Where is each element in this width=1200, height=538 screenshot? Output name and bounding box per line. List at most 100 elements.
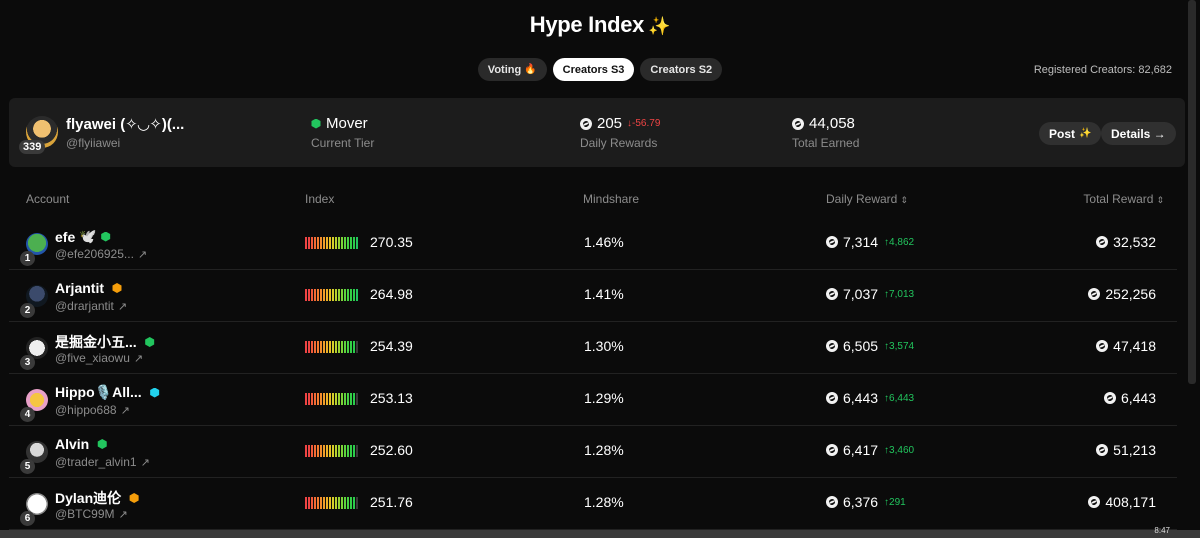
account-handle[interactable]: @efe206925... ↗: [55, 247, 147, 261]
index-value: 270.35: [370, 234, 413, 250]
index-bar-segment: [320, 393, 322, 405]
external-link-icon[interactable]: ↗: [118, 301, 127, 313]
coin-icon: [826, 444, 838, 456]
header-total-reward[interactable]: Total Reward ⇕: [1083, 192, 1164, 206]
index-bar-segment: [314, 341, 316, 353]
account-name[interactable]: Alvin: [55, 436, 107, 452]
index-bar-segment: [356, 289, 358, 301]
index-bar-segment: [305, 497, 307, 509]
index-bar-segment: [344, 497, 346, 509]
rank-badge: 3: [20, 355, 35, 370]
index-bar-segment: [347, 445, 349, 457]
index-bar-segment: [350, 393, 352, 405]
tab-creators-s3[interactable]: Creators S3: [552, 58, 635, 81]
post-button[interactable]: Post ✨: [1039, 122, 1102, 145]
index-bar-segment: [326, 289, 328, 301]
rank-badge: 1: [20, 251, 35, 266]
index-bar: [305, 497, 358, 509]
coin-icon: [826, 288, 838, 300]
index-bar: [305, 445, 358, 457]
account-handle[interactable]: @hippo688 ↗: [55, 403, 130, 417]
index-bar-segment: [323, 237, 325, 249]
index-bar-segment: [308, 237, 310, 249]
account-name[interactable]: Dylan迪伦: [55, 488, 139, 508]
index-bar-segment: [311, 393, 313, 405]
header-daily-reward[interactable]: Daily Reward ⇕: [826, 192, 908, 206]
index-bar-segment: [305, 341, 307, 353]
index-bar-segment: [326, 393, 328, 405]
index-bar-segment: [347, 237, 349, 249]
account-name[interactable]: Arjantit: [55, 280, 122, 296]
index-bar-segment: [356, 445, 358, 457]
index-bar-segment: [344, 445, 346, 457]
table-row[interactable]: 3 是掘金小五... @five_xiaowu ↗ 254.39 1.30% 6,…: [9, 322, 1177, 374]
daily-reward-value: 6,443 ↑6,443: [826, 390, 914, 406]
index-bar-segment: [332, 445, 334, 457]
external-link-icon[interactable]: ↗: [141, 457, 150, 469]
index-value: 251.76: [370, 494, 413, 510]
index-bar-segment: [317, 237, 319, 249]
index-bar-segment: [320, 289, 322, 301]
index-bar-segment: [305, 289, 307, 301]
table-row[interactable]: 5 Alvin @trader_alvin1 ↗ 252.60 1.28% 6,4…: [9, 426, 1177, 478]
tab-voting[interactable]: Voting 🔥: [477, 58, 547, 81]
index-value: 264.98: [370, 286, 413, 302]
mindshare-value: 1.46%: [584, 234, 624, 250]
index-bar-segment: [329, 497, 331, 509]
table-row[interactable]: 4 Hippo🎙️All... @hippo688 ↗ 253.13 1.29% …: [9, 374, 1177, 426]
account-name[interactable]: efe 🕊️: [55, 228, 111, 245]
total-reward-value: 32,532: [1096, 234, 1156, 250]
table-row[interactable]: 6 Dylan迪伦 @BTC99M ↗ 251.76 1.28% 6,376 ↑2…: [9, 478, 1177, 530]
total-earned-value: 44,058: [792, 115, 855, 132]
sparkle-icon: ✨: [1079, 128, 1092, 139]
total-reward-value: 6,443: [1103, 390, 1156, 406]
index-bar-segment: [341, 237, 343, 249]
daily-change: ↑4,862: [884, 236, 915, 248]
index-bar-segment: [347, 393, 349, 405]
external-link-icon[interactable]: ↗: [138, 249, 147, 261]
account-name[interactable]: Hippo🎙️All...: [55, 384, 160, 401]
mindshare-value: 1.29%: [584, 390, 624, 406]
header-account: Account: [26, 192, 70, 206]
external-link-icon[interactable]: ↗: [121, 405, 130, 417]
table-row[interactable]: 1 efe 🕊️ @efe206925... ↗ 270.35 1.46% 7,3…: [9, 218, 1177, 270]
account-handle[interactable]: @five_xiaowu ↗: [55, 351, 143, 365]
account-handle[interactable]: @trader_alvin1 ↗: [55, 455, 150, 469]
index-bar-segment: [356, 341, 358, 353]
total-reward-value: 51,213: [1096, 442, 1156, 458]
table-row[interactable]: 2 Arjantit @drarjantit ↗ 264.98 1.41% 7,0…: [9, 270, 1177, 322]
rank-badge: 339: [19, 140, 46, 154]
external-link-icon[interactable]: ↗: [119, 509, 128, 521]
tier-badge-icon: [97, 439, 107, 449]
index-bar-segment: [317, 341, 319, 353]
external-link-icon[interactable]: ↗: [134, 353, 143, 365]
account-handle[interactable]: @BTC99M ↗: [55, 507, 128, 521]
index-bar-segment: [311, 289, 313, 301]
account-name[interactable]: 是掘金小五...: [55, 332, 155, 352]
tier-value: Mover: [311, 115, 368, 132]
index-bar-segment: [314, 445, 316, 457]
index-bar-segment: [326, 445, 328, 457]
coin-icon: [1096, 444, 1109, 456]
index-bar-segment: [353, 341, 355, 353]
index-bar: [305, 393, 358, 405]
scrollbar[interactable]: [1188, 0, 1196, 384]
coin-icon: [1096, 236, 1109, 248]
index-bar-segment: [335, 237, 337, 249]
total-reward-value: 408,171: [1088, 494, 1156, 510]
index-bar-segment: [332, 393, 334, 405]
coin-icon: [826, 340, 838, 352]
account-handle[interactable]: @drarjantit ↗: [55, 299, 127, 313]
total-reward-value: 47,418: [1096, 338, 1156, 354]
daily-reward-value: 7,037 ↑7,013: [826, 286, 914, 302]
index-bar-segment: [341, 341, 343, 353]
details-button[interactable]: Details →: [1101, 122, 1176, 145]
rank-badge: 2: [20, 303, 35, 318]
coin-icon: [792, 117, 804, 130]
index-bar-segment: [320, 237, 322, 249]
rank-badge: 6: [20, 511, 35, 526]
tier-badge-icon: [129, 493, 139, 503]
index-bar-segment: [329, 237, 331, 249]
tab-creators-s2[interactable]: Creators S2: [640, 58, 723, 81]
index-bar-segment: [338, 497, 340, 509]
